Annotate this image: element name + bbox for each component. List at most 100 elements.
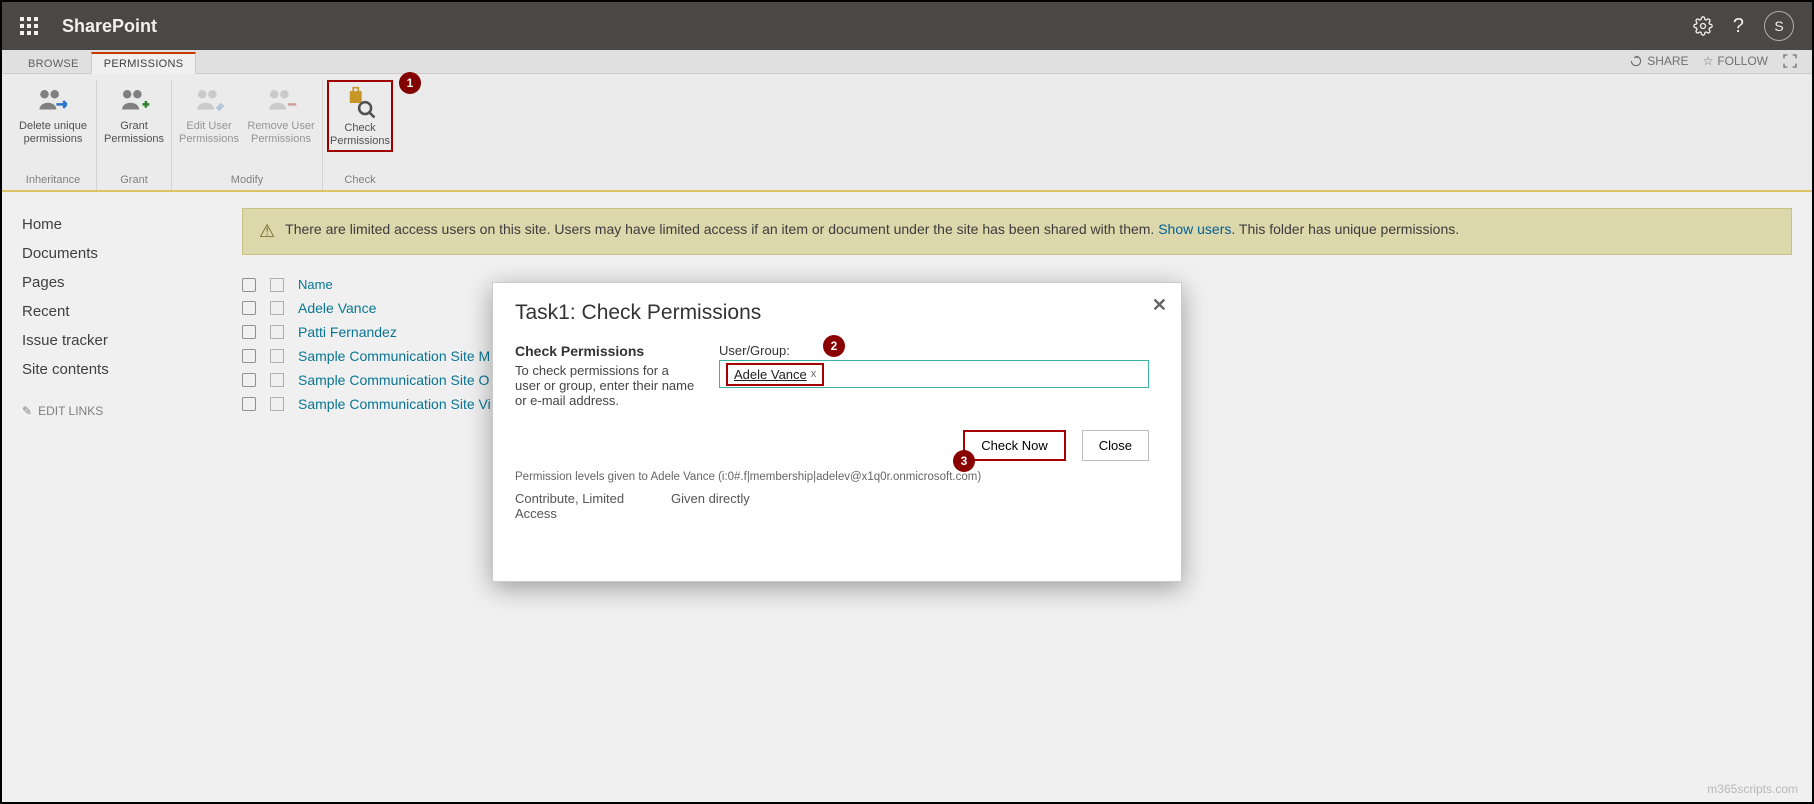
user-group-input[interactable]: Adele Vance x [719,360,1149,388]
step-badge-1: 1 [399,72,421,94]
ribbon-group-label: Inheritance [26,172,80,190]
dialog-close-button[interactable]: ✕ [1152,295,1167,316]
people-edit-icon [192,84,226,118]
ribbon-group-check: CheckPermissions Check 1 [323,80,397,190]
show-users-link[interactable]: Show users [1158,221,1231,237]
pencil-icon: ✎ [22,404,32,418]
check-permissions-dialog: Task1: Check Permissions ✕ Check Permiss… [492,282,1182,582]
suite-left: SharePoint [20,16,157,37]
principal-link[interactable]: Patti Fernandez [298,324,397,340]
row-checkbox[interactable] [242,325,256,339]
row-checkbox[interactable] [242,301,256,315]
dialog-section-title: Check Permissions [515,343,695,359]
nav-pages[interactable]: Pages [22,268,182,297]
share-label: SHARE [1647,54,1688,68]
watermark: m365scripts.com [1707,782,1798,796]
nav-documents[interactable]: Documents [22,239,182,268]
lbl1: Check [344,122,375,134]
suite-right: ? S [1693,11,1794,41]
column-name[interactable]: Name [298,277,333,292]
edit-links-button[interactable]: ✎ EDIT LINKS [22,404,182,418]
dialog-title: Task1: Check Permissions [515,301,1159,325]
principal-link[interactable]: Sample Communication Site M [298,348,490,364]
tab-strip: BROWSE PERMISSIONS SHARE ☆ FOLLOW [2,50,1812,74]
grant-permissions-button[interactable]: GrantPermissions [101,80,167,148]
help-icon[interactable]: ? [1733,15,1744,38]
permissions-notice: ⚠ There are limited access users on this… [242,208,1792,255]
lbl2: Permissions [104,133,164,145]
step-badge-3: 3 [953,450,975,472]
follow-button[interactable]: ☆ FOLLOW [1703,54,1768,68]
dialog-left: Check Permissions To check permissions f… [515,343,695,461]
principal-link[interactable]: Adele Vance [298,300,376,316]
app-name: SharePoint [62,16,157,37]
principal-link[interactable]: Sample Communication Site Vi [298,396,491,412]
user-avatar[interactable]: S [1764,11,1794,41]
lbl1: Remove User [247,120,314,132]
nav-site-contents[interactable]: Site contents [22,355,182,384]
lbl2: Permissions [251,133,311,145]
nav-issue-tracker[interactable]: Issue tracker [22,326,182,355]
delete-unique-permissions-button[interactable]: Delete uniquepermissions [14,80,92,148]
follow-label: FOLLOW [1717,54,1768,68]
people-minus-icon [264,84,298,118]
ribbon: Delete uniquepermissions Inheritance Gra… [2,74,1812,192]
star-icon: ☆ [1703,54,1714,68]
row-checkbox[interactable] [242,349,256,363]
dialog-section-desc: To check permissions for a user or group… [515,363,695,408]
notice-text-2: . This folder has unique permissions. [1231,221,1459,237]
row-checkbox[interactable] [242,397,256,411]
dialog-result-details: Contribute, Limited Access Given directl… [515,491,1159,521]
dialog-right: User/Group: 2 Adele Vance x 3 Check Now … [719,343,1159,461]
result-given: Given directly [671,491,750,521]
people-plus-icon [117,84,151,118]
lbl2: Permissions [330,135,390,147]
type-icon [270,397,284,411]
check-permissions-button[interactable]: CheckPermissions [327,80,393,152]
dialog-result-header: Permission levels given to Adele Vance (… [515,471,1159,483]
lock-magnifier-icon [343,86,377,120]
select-all-checkbox[interactable] [242,278,256,292]
close-button[interactable]: Close [1082,430,1149,461]
lbl1: Edit User [186,120,231,132]
tab-strip-right: SHARE ☆ FOLLOW [1629,53,1798,69]
type-column-icon [270,278,284,292]
share-button[interactable]: SHARE [1629,54,1688,68]
ribbon-group-label: Grant [120,172,148,190]
settings-gear-icon[interactable] [1693,16,1713,36]
lbl2: permissions [24,133,83,145]
pill-remove-icon[interactable]: x [811,368,817,380]
check-now-button[interactable]: Check Now [963,430,1065,461]
ribbon-group-modify: Edit UserPermissions Remove UserPermissi… [172,80,323,190]
nav-recent[interactable]: Recent [22,297,182,326]
tab-browse[interactable]: BROWSE [16,54,91,73]
lbl1: Delete unique [19,120,87,132]
type-icon [270,301,284,315]
step-badge-2: 2 [823,335,845,357]
edit-user-permissions-button[interactable]: Edit UserPermissions [176,80,242,148]
type-icon [270,349,284,363]
principal-link[interactable]: Sample Communication Site O [298,372,489,388]
left-nav: Home Documents Pages Recent Issue tracke… [2,192,202,802]
share-icon [1629,54,1643,68]
remove-user-permissions-button[interactable]: Remove UserPermissions [244,80,318,148]
type-icon [270,325,284,339]
ribbon-group-label: Modify [231,172,263,190]
tab-permissions[interactable]: PERMISSIONS [91,52,197,74]
warning-icon: ⚠ [259,221,275,242]
people-pill: Adele Vance x [726,363,824,386]
edit-links-label: EDIT LINKS [38,404,103,418]
user-group-label: User/Group: [719,343,790,358]
suite-bar: SharePoint ? S [2,2,1812,50]
focus-icon[interactable] [1782,53,1798,69]
nav-home[interactable]: Home [22,210,182,239]
ribbon-group-inheritance: Delete uniquepermissions Inheritance [10,80,97,190]
row-checkbox[interactable] [242,373,256,387]
result-level: Contribute, Limited Access [515,491,645,521]
pill-name: Adele Vance [734,367,807,382]
notice-text: There are limited access users on this s… [285,221,1459,237]
lbl2: Permissions [179,133,239,145]
app-launcher-icon[interactable] [20,17,38,35]
notice-text-1: There are limited access users on this s… [285,221,1158,237]
ribbon-group-label: Check [344,172,375,190]
